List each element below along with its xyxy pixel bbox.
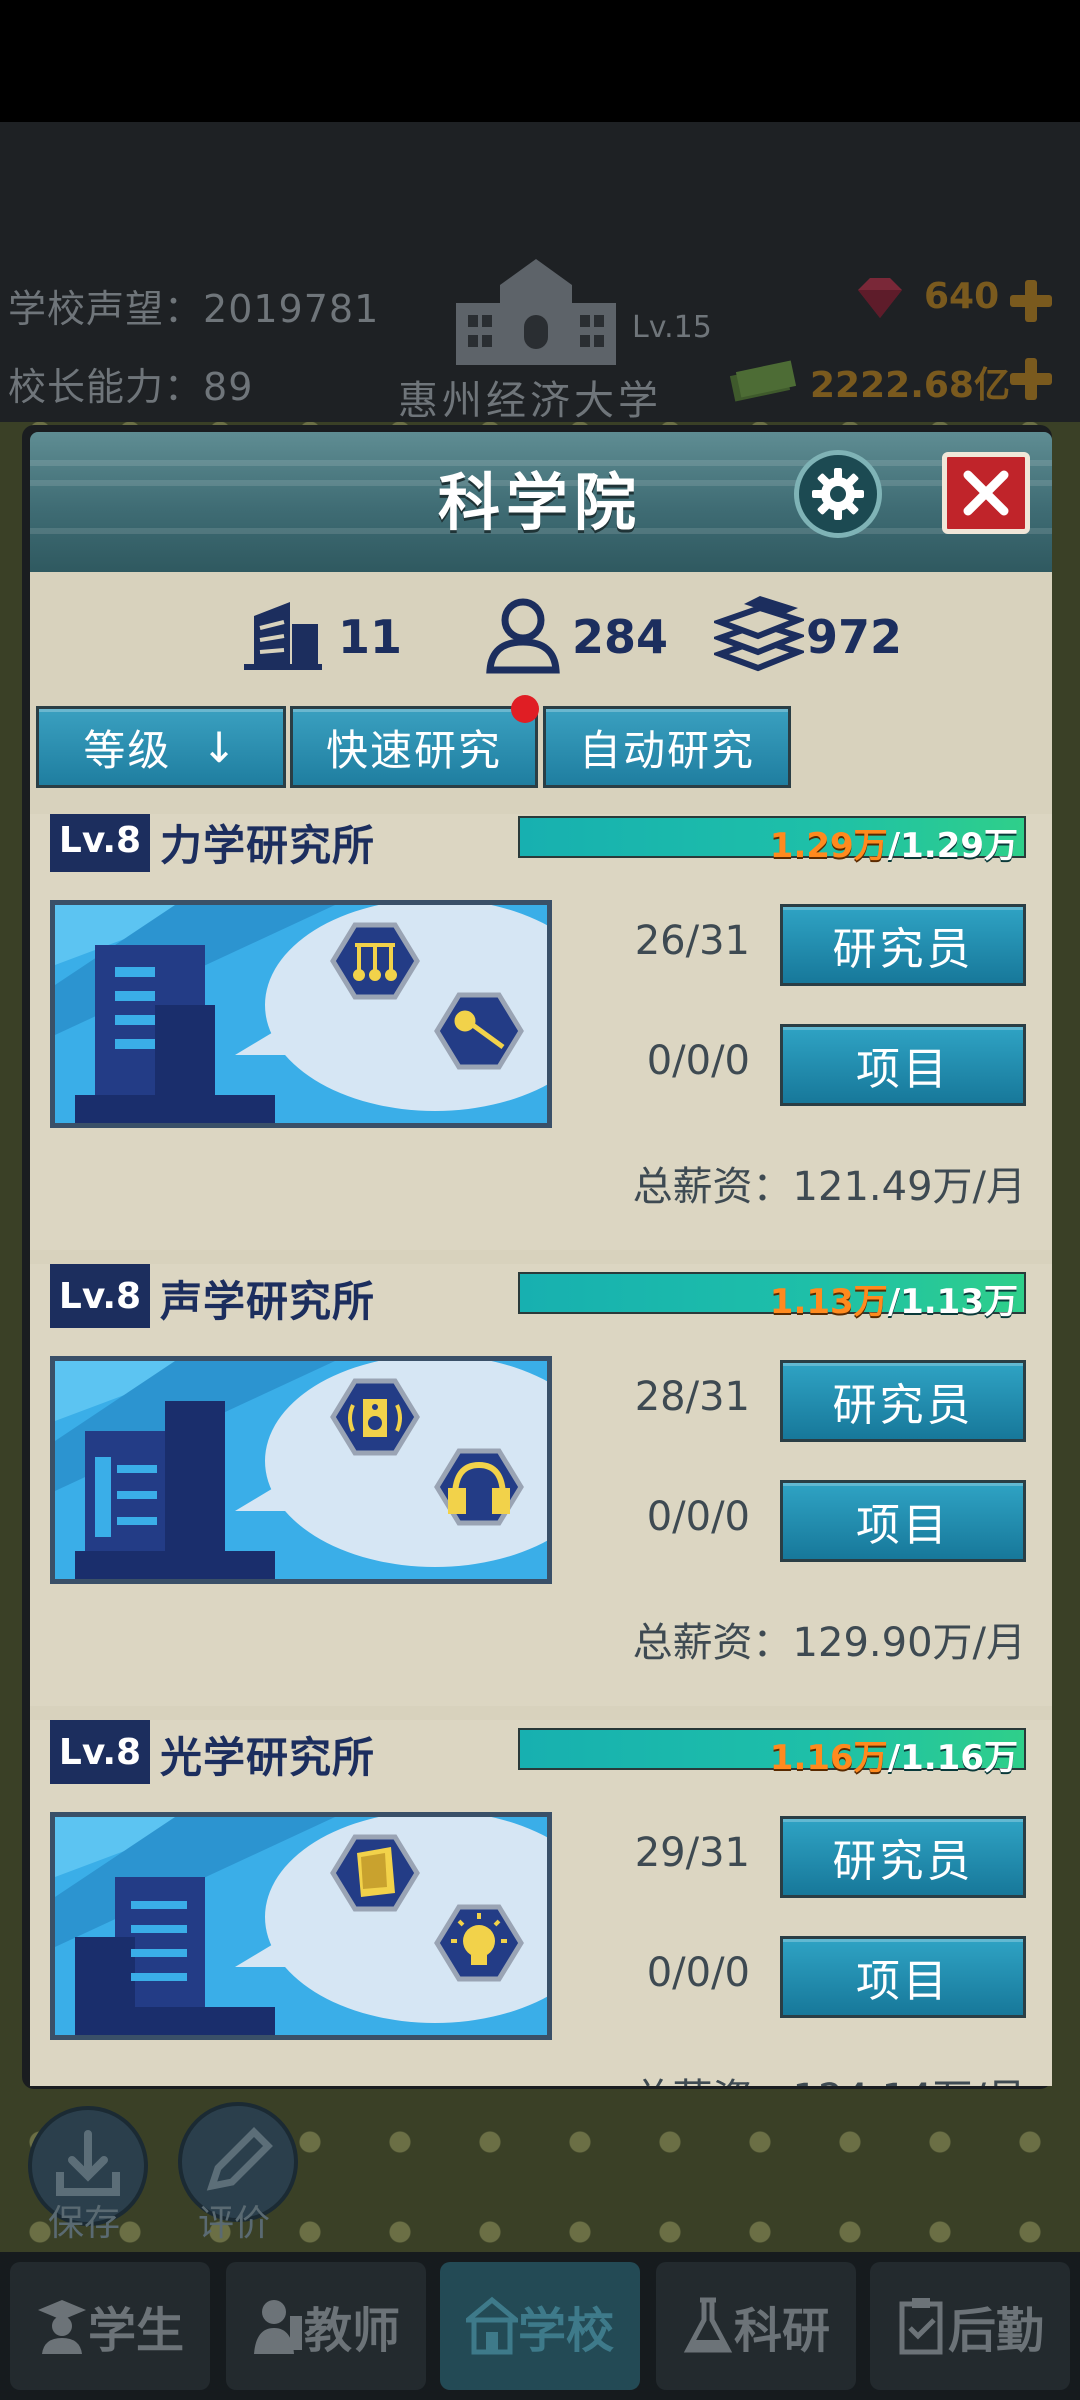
teacher-icon [253,2300,302,2354]
university-name: 惠州经济大学 [398,378,662,424]
institute-list[interactable]: Lv.8 力学研究所 1.29万/1.29万 26/31 研究员 0/0/0 项… [30,814,1052,2086]
project-count: 0/0/0 [646,1950,750,1996]
researcher-count: 29/31 [634,1830,750,1876]
progress-current: 1.13万 [769,1282,888,1322]
reputation-label: 学校声望： [8,287,204,331]
institute-level: Lv.8 [50,1264,150,1328]
project-button[interactable]: 项目 [780,1480,1026,1562]
progress-total: /1.29万 [887,826,1018,866]
review-label: 评价 [198,2203,271,2244]
people-count: 284 [572,610,669,664]
institute-name: 声学研究所 [160,1277,376,1326]
auto-research-label: 自动研究 [578,725,755,775]
project-count: 0/0/0 [646,1038,750,1084]
nav-label: 教师 [303,2303,400,2359]
progress-total: /1.16万 [887,1738,1018,1778]
sort-level-button[interactable]: 等级 ↓ [36,706,286,788]
close-button[interactable] [942,452,1030,534]
reputation-value: 2019781 [203,287,380,331]
school-icon [465,2296,518,2355]
institute-illustration [50,1356,552,1584]
school-level: Lv.15 [632,310,712,345]
school-building-icon [456,259,616,365]
ability-label: 校长能力： [8,365,204,409]
notification-dot [511,695,539,723]
money-icon [729,360,796,402]
institute-level: Lv.8 [50,1720,150,1784]
researcher-count: 26/31 [634,918,750,964]
progress-bar: 1.13万/1.13万 [518,1272,1026,1322]
institute-illustration [50,1812,552,2040]
project-button[interactable]: 项目 [780,1024,1026,1106]
student-icon [37,2300,86,2354]
buildings-icon [244,602,322,670]
auto-research-button[interactable]: 自动研究 [543,706,791,788]
institute-level: Lv.8 [50,814,150,872]
salary-text: 总薪资：129.90万/月 [632,1620,1026,1666]
gem-icon [858,278,902,318]
salary-text: 总薪资：124.14万/月 [633,2066,1026,2086]
status-bar [0,0,1080,122]
nav-label: 学校 [517,2303,614,2359]
ability-value: 89 [203,365,254,409]
books-icon [714,596,804,672]
progress-current: 1.16万 [769,1738,888,1778]
pendulum-icon [353,943,397,981]
institute-card: Lv.8 声学研究所 1.13万/1.13万 28/31 研究员 0/0/0 项… [30,1264,1052,1710]
project-button[interactable]: 项目 [780,1936,1026,2018]
progress-text: 1.16万/1.16万 [770,1730,1018,1779]
progress-text: 1.13万/1.13万 [770,1274,1018,1323]
nav-label: 后勤 [947,2303,1044,2359]
project-count: 0/0/0 [646,1494,750,1540]
quick-research-label: 快速研究 [325,725,502,775]
progress-total: /1.13万 [887,1282,1018,1322]
ability-text: 校长能力：89 [8,356,253,411]
reputation-text: 学校声望：2019781 [8,278,379,333]
nav-tab-research[interactable]: 科研 [656,2262,856,2390]
close-icon [963,470,1009,516]
progress-bar: 1.29万/1.29万 [518,816,1026,866]
flask-icon [683,2297,733,2353]
progress-current: 1.29万 [769,826,888,866]
nav-label: 学生 [87,2303,184,2359]
institute-name: 光学研究所 [160,1733,376,1782]
nav-tab-logistics[interactable]: 后勤 [870,2262,1070,2390]
researcher-button[interactable]: 研究员 [780,904,1026,986]
panel-title: 科学院 [437,466,642,539]
nav-label: 科研 [733,2303,830,2359]
progress-text: 1.29万/1.29万 [770,818,1018,867]
money-count: 2222.68亿 [810,365,1010,406]
progress-bar: 1.16万/1.16万 [518,1728,1026,1778]
institute-card: Lv.8 光学研究所 1.16万/1.16万 29/31 研究员 0/0/0 项… [30,1720,1052,2086]
books-count: 972 [806,610,903,664]
arrow-down-icon: ↓ [201,722,239,772]
nav-tab-teachers[interactable]: 教师 [226,2262,426,2390]
institute-illustration [50,900,552,1128]
researcher-button[interactable]: 研究员 [780,1816,1026,1898]
researcher-button[interactable]: 研究员 [780,1360,1026,1442]
clipboard-icon [899,2298,943,2355]
buildings-count: 11 [338,610,403,664]
add-money-button[interactable] [1008,356,1054,402]
salary-text: 总薪资：121.49万/月 [632,1164,1026,1210]
save-label: 保存 [48,2203,121,2244]
nav-tab-students[interactable]: 学生 [10,2262,210,2390]
light-panel-icon [357,1847,395,1897]
settings-button[interactable] [794,450,882,538]
quick-research-button[interactable]: 快速研究 [290,706,538,788]
institute-card: Lv.8 力学研究所 1.29万/1.29万 26/31 研究员 0/0/0 项… [30,814,1052,1254]
gem-count: 640 [924,276,1000,317]
add-gems-button[interactable] [1008,278,1054,324]
gear-icon [812,468,864,520]
person-icon [486,598,560,674]
sort-level-label: 等级 [83,725,172,775]
researcher-count: 28/31 [634,1374,750,1420]
institute-name: 力学研究所 [160,821,376,870]
nav-tab-school[interactable]: 学校 [440,2262,640,2390]
